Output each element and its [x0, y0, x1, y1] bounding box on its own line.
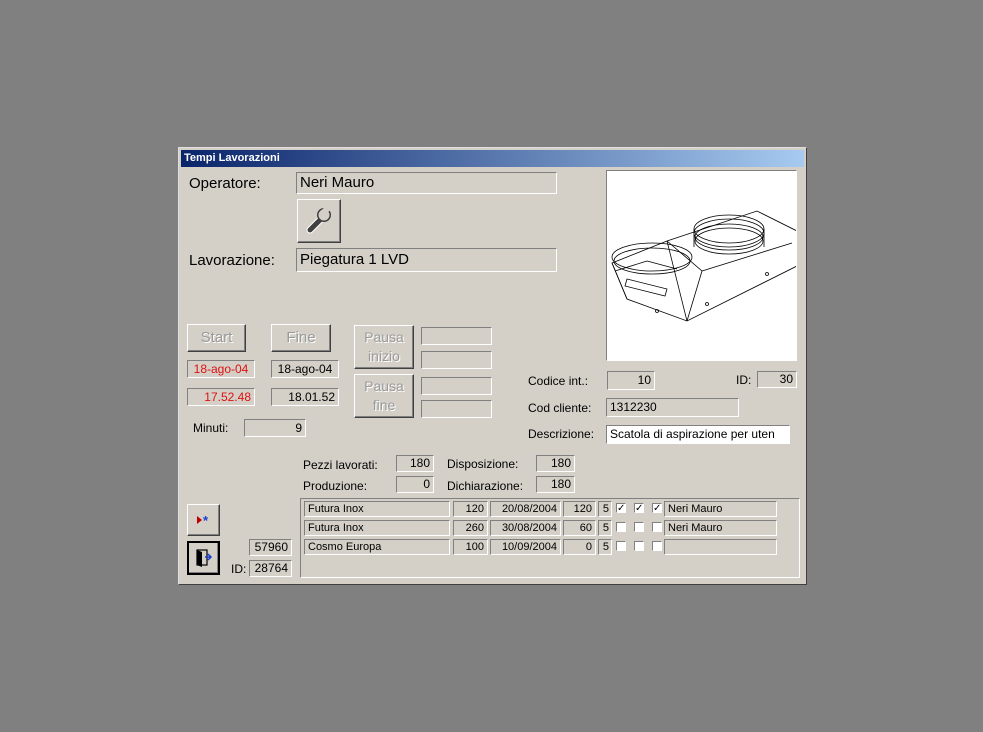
checkbox-3[interactable] — [652, 522, 662, 532]
tool-button[interactable] — [297, 199, 341, 243]
cliente-cell[interactable]: Futura Inox — [304, 501, 450, 517]
id-bottom-label: ID: — [231, 562, 247, 576]
checkbox-2[interactable] — [634, 522, 644, 532]
produzione-label: Produzione: — [303, 479, 368, 493]
cod-cliente-field[interactable]: 1312230 — [606, 398, 739, 417]
table-row[interactable]: Futura Inox 120 20/08/2004 120 5 ✓ ✓ ✓ N… — [304, 501, 794, 517]
q2-cell[interactable]: 60 — [563, 520, 596, 536]
pausa-fine-button[interactable]: Pausa fine — [354, 374, 414, 418]
checkbox-2[interactable] — [634, 541, 644, 551]
svg-text:*: * — [203, 513, 209, 528]
fine-button[interactable]: Fine — [271, 324, 331, 352]
checkbox-3[interactable]: ✓ — [652, 503, 662, 514]
operatore-cell[interactable]: Neri Mauro — [664, 520, 777, 536]
operatore-cell[interactable] — [664, 539, 777, 555]
operatore-cell[interactable]: Neri Mauro — [664, 501, 777, 517]
start-time-field[interactable]: 17.52.48 — [187, 388, 255, 406]
n-cell[interactable]: 5 — [598, 539, 612, 555]
dichiarazione-field[interactable]: 180 — [536, 476, 575, 493]
descrizione-field[interactable]: Scatola di aspirazione per uten — [606, 425, 790, 444]
dichiarazione-label: Dichiarazione: — [447, 479, 524, 493]
wrench-icon — [306, 205, 331, 234]
start-date-field[interactable]: 18-ago-04 — [187, 360, 255, 378]
new-record-icon: * — [197, 513, 209, 528]
minuti-field[interactable]: 9 — [244, 419, 306, 437]
q2-cell[interactable]: 120 — [563, 501, 596, 517]
exit-button[interactable] — [187, 541, 220, 575]
operatore-label: Operatore: — [189, 175, 261, 192]
pausa-inizio-button[interactable]: Pausa inizio — [354, 325, 414, 369]
fine-time-field[interactable]: 18.01.52 — [271, 388, 339, 406]
qta-cell[interactable]: 260 — [453, 520, 488, 536]
pezzi-lavorati-field[interactable]: 180 — [396, 455, 434, 472]
table-row[interactable]: Futura Inox 260 30/08/2004 60 5 Neri Mau… — [304, 520, 794, 536]
descrizione-label: Descrizione: — [528, 427, 595, 441]
start-button[interactable]: Start — [187, 324, 246, 352]
disposizione-field[interactable]: 180 — [536, 455, 575, 472]
exit-door-icon — [196, 549, 213, 567]
pausa-inizio-time-field[interactable] — [421, 351, 492, 369]
qta-cell[interactable]: 120 — [453, 501, 488, 517]
pausa-fine-time-field[interactable] — [421, 400, 492, 418]
n-cell[interactable]: 5 — [598, 501, 612, 517]
checkbox-1[interactable] — [616, 541, 626, 551]
n-cell[interactable]: 5 — [598, 520, 612, 536]
table-row[interactable]: Cosmo Europa 100 10/09/2004 0 5 — [304, 539, 794, 555]
cod-cliente-label: Cod cliente: — [528, 401, 592, 415]
cliente-cell[interactable]: Futura Inox — [304, 520, 450, 536]
qta-cell[interactable]: 100 — [453, 539, 488, 555]
data-cell[interactable]: 10/09/2004 — [490, 539, 561, 555]
new-record-button[interactable]: * — [187, 504, 220, 536]
codice-int-label: Codice int.: — [528, 374, 589, 388]
pausa-inizio-date-field[interactable] — [421, 327, 492, 345]
checkbox-1[interactable] — [616, 522, 626, 532]
part-drawing — [606, 170, 797, 361]
record-number-field: 57960 — [249, 539, 292, 556]
lavorazione-field[interactable]: Piegatura 1 LVD — [296, 248, 557, 272]
cliente-cell[interactable]: Cosmo Europa — [304, 539, 450, 555]
data-cell[interactable]: 20/08/2004 — [490, 501, 561, 517]
pausa-fine-date-field[interactable] — [421, 377, 492, 395]
lavorazione-label: Lavorazione: — [189, 252, 275, 269]
q2-cell[interactable]: 0 — [563, 539, 596, 555]
id-top-field: 30 — [757, 371, 797, 388]
id-top-label: ID: — [736, 373, 752, 387]
checkbox-3[interactable] — [652, 541, 662, 551]
fine-date-field[interactable]: 18-ago-04 — [271, 360, 339, 378]
produzione-field[interactable]: 0 — [396, 476, 434, 493]
minuti-label: Minuti: — [193, 421, 229, 435]
checkbox-1[interactable]: ✓ — [616, 503, 626, 514]
checkbox-2[interactable]: ✓ — [634, 503, 644, 514]
data-cell[interactable]: 30/08/2004 — [490, 520, 561, 536]
title-bar: Tempi Lavorazioni — [181, 150, 804, 167]
id-bottom-field: 28764 — [249, 560, 292, 577]
window-title: Tempi Lavorazioni — [184, 152, 280, 164]
subform-table: Futura Inox 120 20/08/2004 120 5 ✓ ✓ ✓ N… — [300, 498, 800, 578]
pezzi-lavorati-label: Pezzi lavorati: — [303, 458, 378, 472]
codice-int-field[interactable]: 10 — [607, 371, 655, 390]
operatore-field[interactable]: Neri Mauro — [296, 172, 557, 194]
disposizione-label: Disposizione: — [447, 457, 519, 471]
